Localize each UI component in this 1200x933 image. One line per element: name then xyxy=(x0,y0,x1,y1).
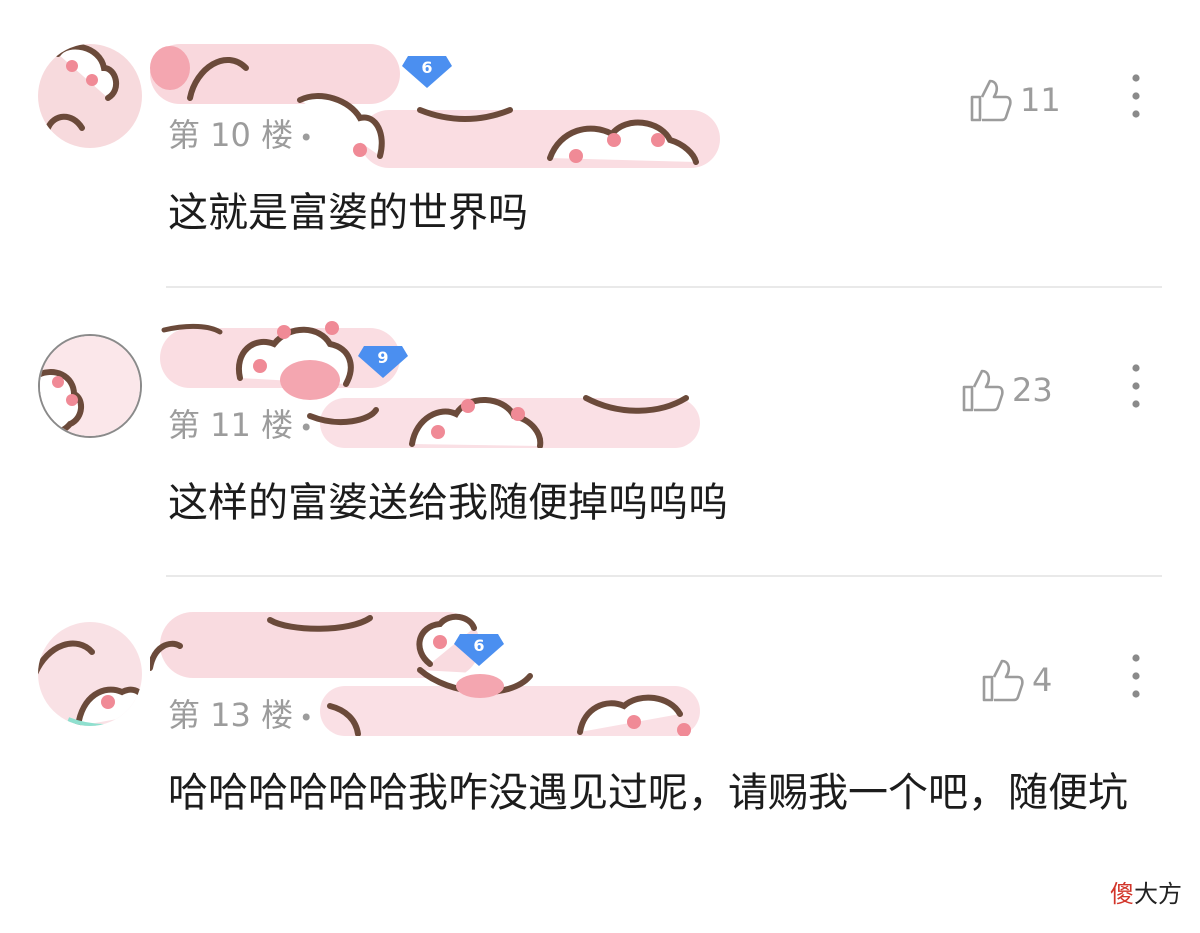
more-vertical-icon[interactable] xyxy=(1126,652,1146,704)
divider xyxy=(166,575,1162,577)
watermark-text: 大方 xyxy=(1134,880,1182,908)
watermark: 傻大方 xyxy=(1110,874,1182,909)
comment-text: 这样的富婆送给我随便掉呜呜呜 xyxy=(168,480,728,526)
svg-text:6: 6 xyxy=(473,636,484,655)
paw-sticker-avatar xyxy=(40,336,140,436)
floor-label: 第 11 楼 • xyxy=(168,400,313,446)
like-count: 4 xyxy=(1032,661,1053,699)
level-badge-icon: 6 xyxy=(454,634,504,666)
floor-label: 第 10 楼 • xyxy=(168,110,313,156)
like-count: 11 xyxy=(1020,81,1061,119)
separator-dot: • xyxy=(299,704,314,732)
comment-text: 这就是富婆的世界吗 xyxy=(168,190,528,236)
thumbs-up-icon xyxy=(970,79,1012,122)
divider xyxy=(166,286,1162,288)
comment-text: 哈哈哈哈哈哈我咋没遇见过呢，请赐我一个吧，随便坑 xyxy=(168,770,1128,816)
level-badge-icon: 9 xyxy=(358,346,408,378)
floor-number: 第 13 楼 xyxy=(168,696,294,734)
avatar[interactable] xyxy=(38,334,142,438)
floor-number: 第 10 楼 xyxy=(168,116,294,154)
separator-dot: • xyxy=(299,414,314,442)
thumbs-up-icon xyxy=(962,369,1004,412)
more-vertical-icon[interactable] xyxy=(1126,72,1146,124)
avatar[interactable] xyxy=(38,44,142,148)
watermark-char-red: 傻 xyxy=(1110,880,1134,908)
paw-sticker-avatar xyxy=(38,622,142,726)
svg-text:9: 9 xyxy=(377,348,388,367)
separator-dot: • xyxy=(299,124,314,152)
paw-sticker-avatar xyxy=(38,44,142,148)
like-button[interactable]: 11 xyxy=(968,74,1061,126)
level-badge-icon: 6 xyxy=(402,56,452,88)
svg-text:6: 6 xyxy=(421,58,432,77)
like-button[interactable]: 4 xyxy=(980,654,1052,706)
floor-number: 第 11 楼 xyxy=(168,406,294,444)
floor-label: 第 13 楼 • xyxy=(168,690,313,736)
avatar[interactable] xyxy=(38,622,142,726)
thumbs-up-icon xyxy=(982,659,1024,702)
more-vertical-icon[interactable] xyxy=(1126,362,1146,414)
like-button[interactable]: 23 xyxy=(960,364,1053,416)
like-count: 23 xyxy=(1012,371,1053,409)
